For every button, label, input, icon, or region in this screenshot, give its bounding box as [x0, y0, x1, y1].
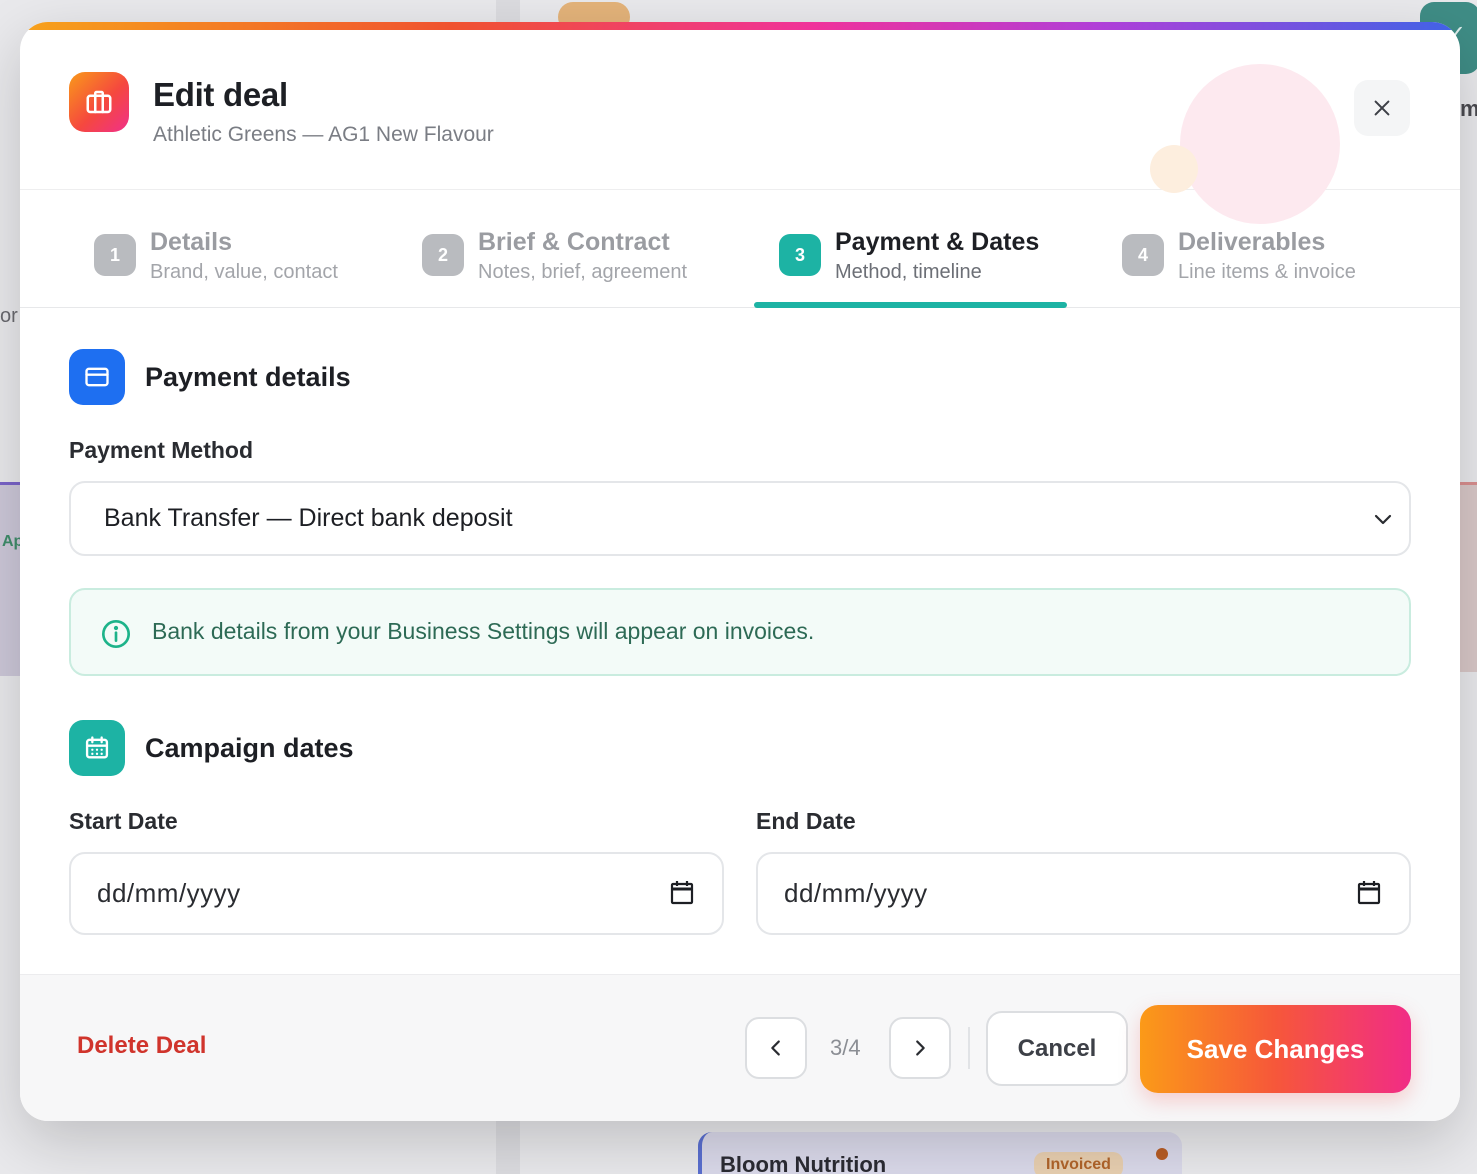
- step-number: 2: [422, 234, 464, 276]
- step-subtitle: Method, timeline: [835, 261, 982, 283]
- start-date-placeholder: dd/mm/yyyy: [97, 878, 241, 908]
- step-tabs: 1 Details Brand, value, contact 2 Brief …: [20, 190, 1460, 308]
- close-icon: [1374, 100, 1390, 116]
- footer-divider: [968, 1027, 970, 1069]
- step-number: 3: [779, 234, 821, 276]
- info-text: Bank details from your Business Settings…: [152, 618, 815, 644]
- background-text-fragment: or: [0, 305, 18, 327]
- briefcase-icon: [69, 72, 129, 132]
- modal-footer: Delete Deal 3/4 Cancel Save Changes: [20, 974, 1460, 1121]
- modal-subtitle: Athletic Greens — AG1 New Flavour: [153, 123, 494, 146]
- decorative-circle: [1150, 145, 1198, 193]
- step-title: Details: [150, 228, 232, 256]
- status-dot: [1156, 1148, 1168, 1160]
- end-date-placeholder: dd/mm/yyyy: [784, 878, 928, 908]
- background-deal-card: Bloom Nutrition Invoiced: [698, 1132, 1182, 1174]
- payment-method-value: Bank Transfer — Direct bank deposit: [104, 504, 513, 532]
- chevron-down-icon: [1374, 514, 1392, 525]
- modal-title: Edit deal: [153, 76, 288, 113]
- calendar-picker-icon[interactable]: [670, 880, 694, 906]
- payment-method-select[interactable]: Bank Transfer — Direct bank deposit: [69, 481, 1411, 556]
- campaign-section-title: Campaign dates: [145, 733, 354, 763]
- background-column-strip: [1457, 482, 1477, 672]
- info-notice: Bank details from your Business Settings…: [69, 588, 1411, 676]
- cancel-button[interactable]: Cancel: [986, 1011, 1128, 1086]
- background-text-fragment: m: [1460, 96, 1477, 121]
- close-button[interactable]: [1354, 80, 1410, 136]
- chevron-left-icon: [771, 1040, 780, 1056]
- background-column-strip: Ap: [0, 482, 23, 676]
- step-subtitle: Notes, brief, agreement: [478, 261, 687, 283]
- step-title: Payment & Dates: [835, 228, 1040, 256]
- background-card-badge: Invoiced: [1034, 1152, 1123, 1174]
- modal-accent-bar: [20, 22, 1460, 30]
- end-date-input[interactable]: dd/mm/yyyy: [756, 852, 1411, 935]
- info-icon: [102, 620, 130, 648]
- start-date-input[interactable]: dd/mm/yyyy: [69, 852, 724, 935]
- previous-step-button[interactable]: [745, 1017, 807, 1079]
- credit-card-icon: [69, 349, 125, 405]
- start-date-label: Start Date: [69, 808, 178, 834]
- modal-header: Edit deal Athletic Greens — AG1 New Flav…: [20, 30, 1460, 224]
- step-title: Deliverables: [1178, 228, 1326, 256]
- calendar-icon: [69, 720, 125, 776]
- active-tab-indicator: [754, 302, 1067, 308]
- chevron-right-icon: [916, 1040, 925, 1056]
- edit-deal-modal: Edit deal Athletic Greens — AG1 New Flav…: [20, 22, 1460, 1121]
- step-number: 4: [1122, 234, 1164, 276]
- save-changes-button[interactable]: Save Changes: [1140, 1005, 1411, 1093]
- delete-deal-button[interactable]: Delete Deal: [77, 1032, 206, 1060]
- background-card-title: Bloom Nutrition: [720, 1152, 887, 1174]
- next-step-button[interactable]: [889, 1017, 951, 1079]
- step-subtitle: Line items & invoice: [1178, 261, 1356, 283]
- step-title: Brief & Contract: [478, 228, 670, 256]
- calendar-picker-icon[interactable]: [1357, 880, 1381, 906]
- end-date-label: End Date: [756, 808, 856, 834]
- step-indicator: 3/4: [830, 1035, 861, 1060]
- payment-section-title: Payment details: [145, 362, 351, 392]
- step-subtitle: Brand, value, contact: [150, 261, 338, 283]
- payment-method-label: Payment Method: [69, 437, 254, 463]
- step-number: 1: [94, 234, 136, 276]
